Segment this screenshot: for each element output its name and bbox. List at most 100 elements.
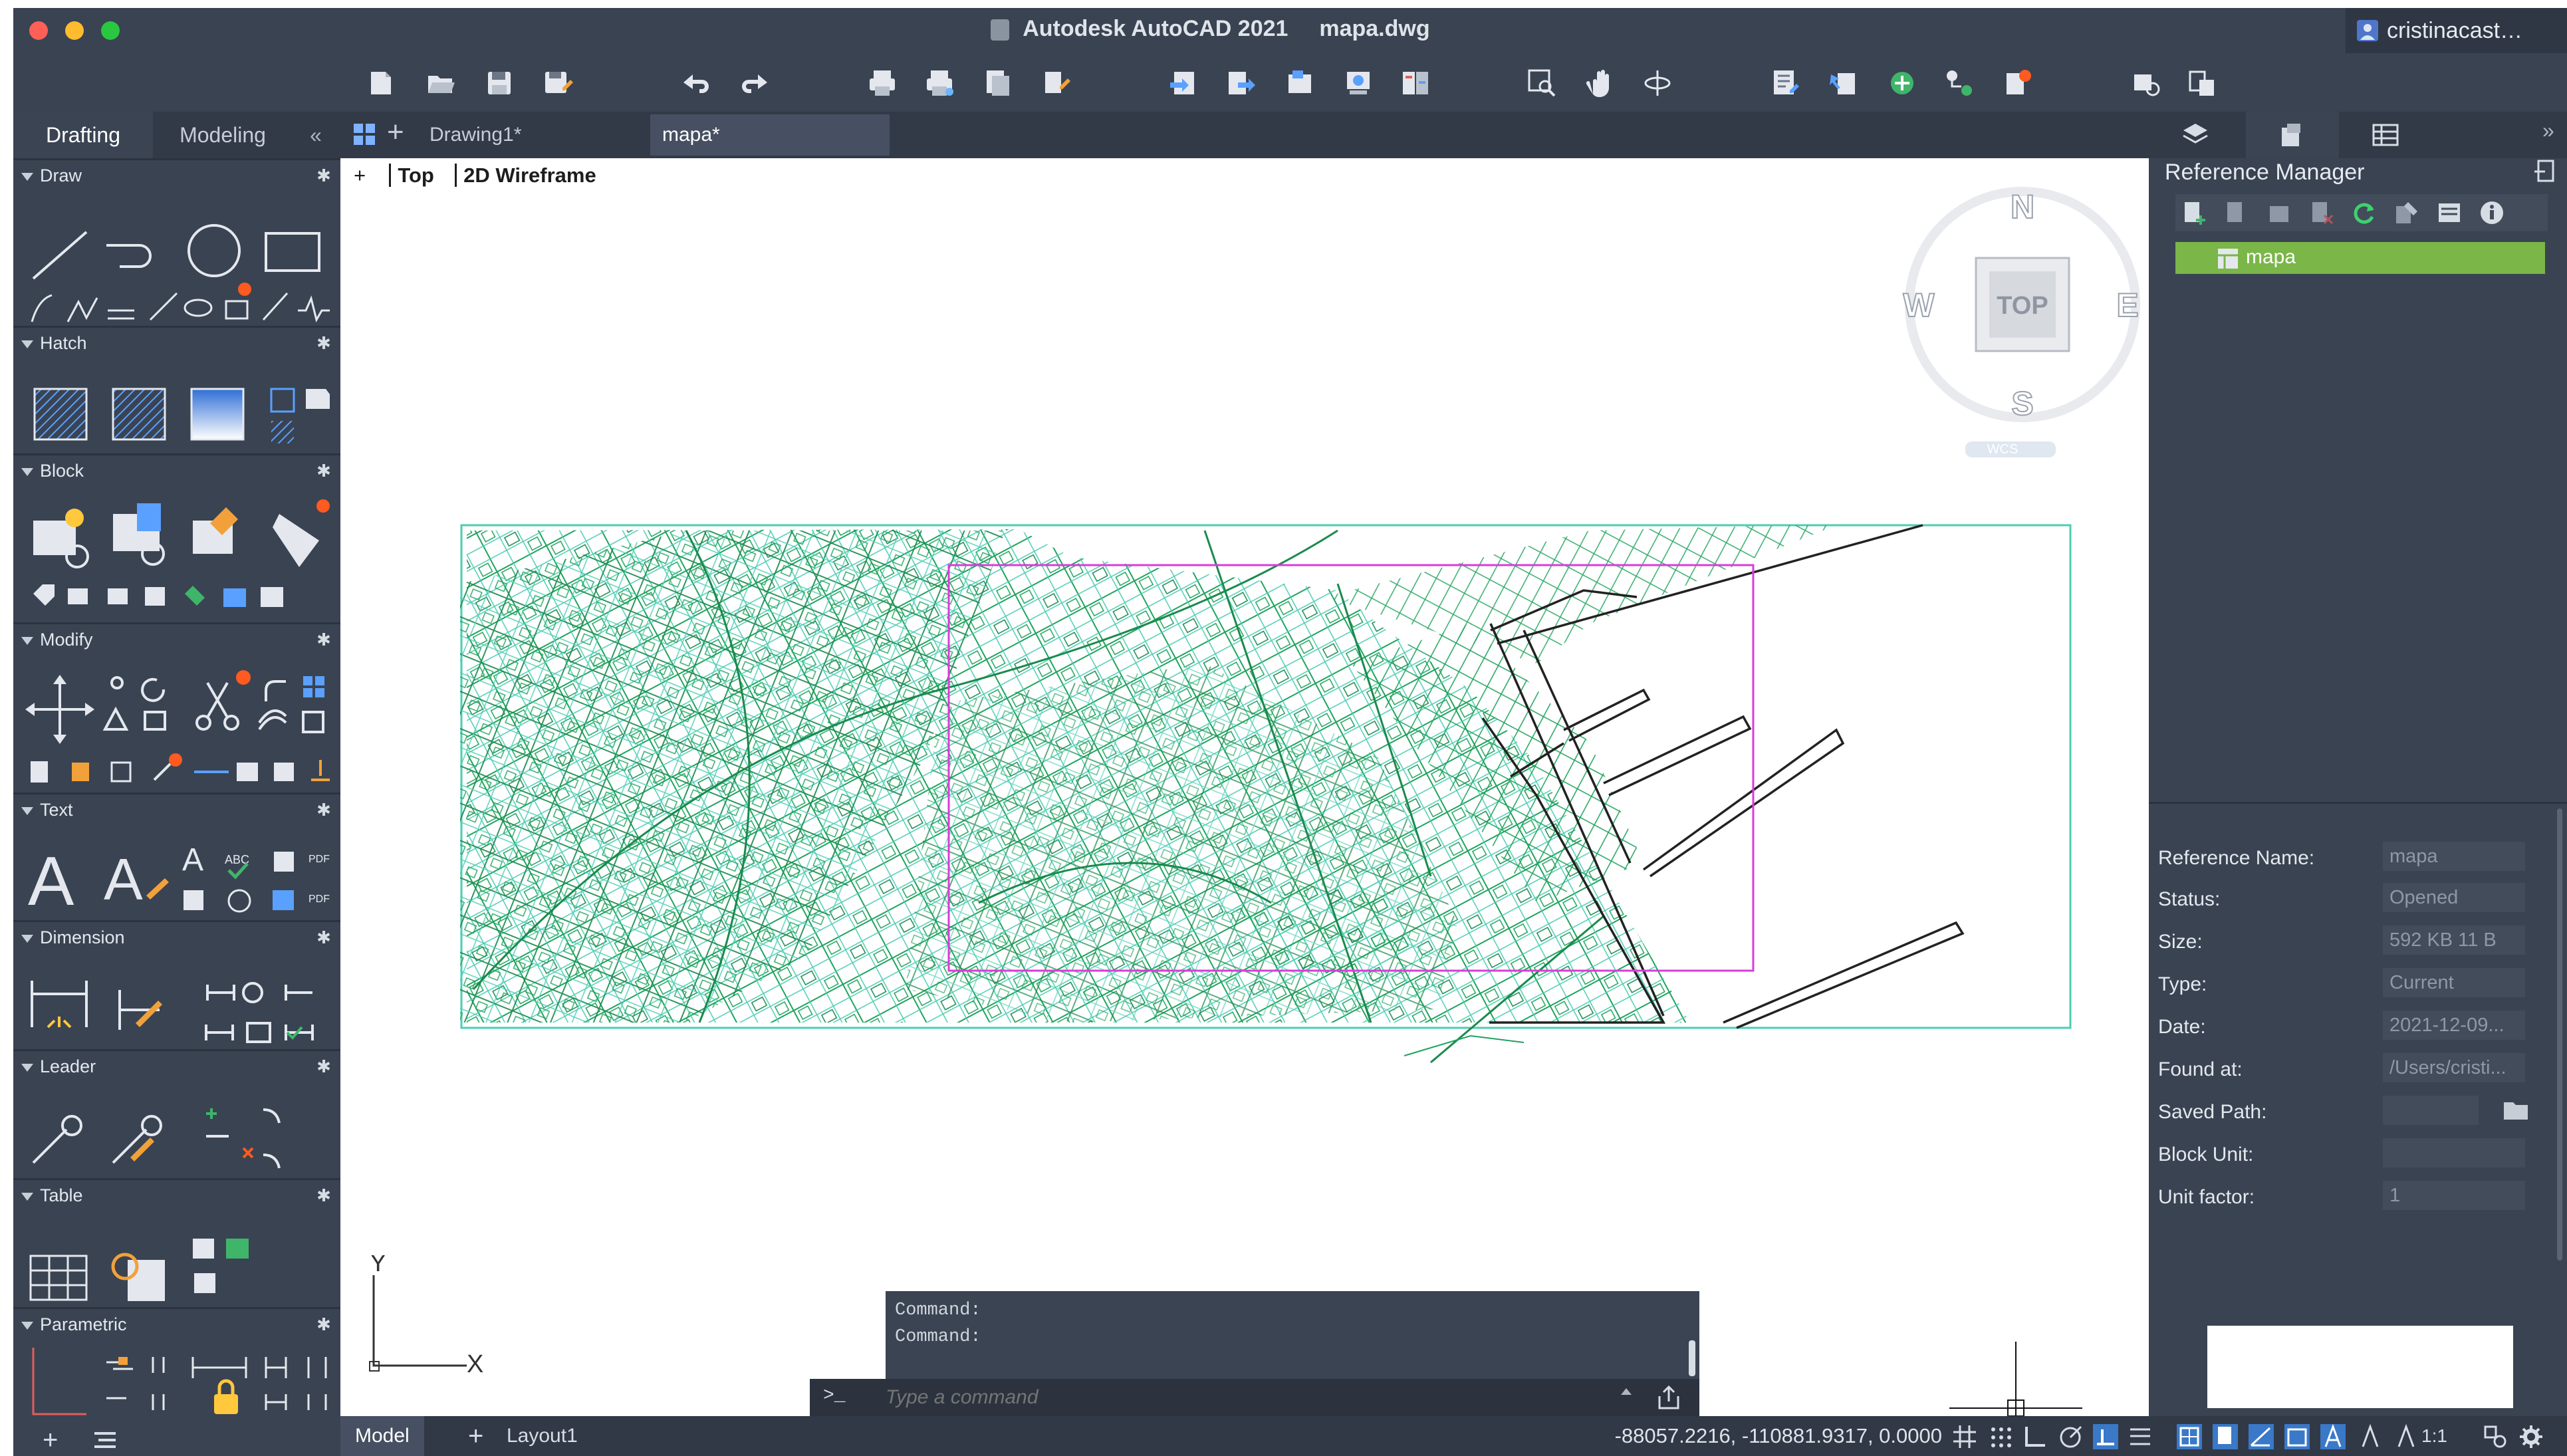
- bind-icon[interactable]: [2393, 199, 2420, 226]
- layers-icon[interactable]: [1400, 68, 1431, 98]
- tab-drafting[interactable]: Drafting: [13, 112, 153, 158]
- close-window-button[interactable]: [29, 21, 48, 40]
- section-title-table[interactable]: Table: [21, 1185, 83, 1206]
- redo-icon[interactable]: [739, 68, 770, 98]
- xref-icon[interactable]: [1887, 68, 1917, 98]
- zoom-window-icon[interactable]: [1527, 68, 1557, 98]
- annotation-visibility-icon[interactable]: [2320, 1424, 2346, 1449]
- layer-states-icon[interactable]: [1944, 68, 1975, 98]
- tab-drawing1[interactable]: Drawing1*: [418, 114, 650, 156]
- markup-icon[interactable]: [2003, 68, 2033, 98]
- sheet-set-icon[interactable]: [2187, 68, 2218, 98]
- user-menu[interactable]: cristinacast…: [2346, 8, 2567, 53]
- minimize-window-button[interactable]: [65, 21, 84, 40]
- transparency-icon[interactable]: [2177, 1424, 2202, 1449]
- info-icon[interactable]: [2479, 199, 2505, 226]
- section-title-hatch[interactable]: Hatch: [21, 333, 87, 354]
- section-title-parametric[interactable]: Parametric: [21, 1314, 127, 1335]
- share-icon[interactable]: [1343, 68, 1374, 98]
- open-icon[interactable]: [426, 68, 456, 98]
- grid-view-icon[interactable]: [352, 122, 376, 146]
- import-icon[interactable]: [1169, 68, 1199, 98]
- section-title-modify[interactable]: Modify: [21, 630, 93, 650]
- layers-palette-icon[interactable]: [2182, 122, 2209, 148]
- list-icon[interactable]: [92, 1429, 118, 1452]
- pan-icon[interactable]: [1584, 68, 1614, 98]
- lineweight-icon[interactable]: [2128, 1424, 2153, 1449]
- maximize-window-button[interactable]: [101, 21, 120, 40]
- dynamic-ucs-icon[interactable]: [2284, 1424, 2310, 1449]
- reference-name-value[interactable]: mapa: [2383, 842, 2525, 871]
- gear-icon[interactable]: ✱: [315, 462, 332, 479]
- folder-icon[interactable]: [2503, 1098, 2529, 1122]
- type-value[interactable]: Current: [2383, 968, 2525, 997]
- tab-model[interactable]: Model: [340, 1416, 424, 1456]
- tab-modeling[interactable]: Modeling: [153, 112, 293, 158]
- annotation-scale-value[interactable]: 1:1: [2421, 1416, 2447, 1456]
- command-line[interactable]: >_: [810, 1379, 1699, 1416]
- detach-icon[interactable]: [2308, 199, 2335, 226]
- workspace-switching-icon[interactable]: [2483, 1424, 2508, 1449]
- orbit-icon[interactable]: [1642, 68, 1673, 98]
- properties-scrollbar[interactable]: [2557, 808, 2562, 1261]
- gear-icon[interactable]: ✱: [315, 1316, 332, 1333]
- plot-preview-icon[interactable]: [983, 68, 1013, 98]
- command-scrollbar[interactable]: [1689, 1340, 1695, 1376]
- grid-icon[interactable]: [1952, 1424, 1977, 1449]
- ortho-icon[interactable]: [2022, 1424, 2048, 1449]
- batch-plot-icon[interactable]: [924, 68, 955, 98]
- reference-tree-item[interactable]: mapa: [2175, 242, 2545, 274]
- add-tool-set-button[interactable]: +: [43, 1425, 58, 1455]
- tab-mapa[interactable]: mapa*: [650, 114, 890, 156]
- collapse-panel-button[interactable]: «: [299, 112, 332, 158]
- new-icon[interactable]: [366, 68, 396, 98]
- attach-icon[interactable]: [1284, 68, 1315, 98]
- reload-xref-icon[interactable]: [2223, 199, 2250, 226]
- new-tab-button[interactable]: +: [387, 116, 404, 149]
- publish-icon[interactable]: [1041, 68, 1072, 98]
- section-title-block[interactable]: Block: [21, 461, 84, 481]
- gear-icon[interactable]: [2518, 1424, 2544, 1449]
- gear-icon[interactable]: ✱: [315, 334, 332, 352]
- gear-icon[interactable]: ✱: [315, 631, 332, 648]
- auto-scale-icon[interactable]: [2358, 1424, 2383, 1449]
- command-input[interactable]: [886, 1382, 1550, 1413]
- gear-icon[interactable]: ✱: [315, 929, 332, 946]
- properties-icon[interactable]: [1770, 68, 1800, 98]
- quick-view-icon[interactable]: [2130, 68, 2161, 98]
- save-as-icon[interactable]: [543, 68, 573, 98]
- unload-icon[interactable]: [2266, 199, 2292, 226]
- command-history-arrow-icon[interactable]: [1621, 1388, 1632, 1395]
- section-title-text[interactable]: Text: [21, 800, 73, 820]
- share-icon[interactable]: [1655, 1384, 1682, 1411]
- section-title-leader[interactable]: Leader: [21, 1056, 96, 1077]
- drawing-canvas[interactable]: + Top 2D Wireframe TOP N S E W WCS Y X C…: [340, 158, 2149, 1416]
- gear-icon[interactable]: ✱: [315, 1187, 332, 1204]
- tab-layout1[interactable]: Layout1: [492, 1416, 592, 1456]
- undo-icon[interactable]: [681, 68, 711, 98]
- attach-icon[interactable]: [2181, 199, 2207, 226]
- match-properties-icon[interactable]: [1828, 68, 1859, 98]
- 3d-osnap-icon[interactable]: [2249, 1424, 2274, 1449]
- section-title-dimension[interactable]: Dimension: [21, 927, 125, 948]
- open-reference-icon[interactable]: [2436, 199, 2463, 226]
- saved-path-value[interactable]: [2383, 1096, 2479, 1125]
- save-icon[interactable]: [484, 68, 515, 98]
- selection-cycling-icon[interactable]: [2213, 1424, 2238, 1449]
- polar-tracking-icon[interactable]: [2058, 1424, 2084, 1449]
- attach-dwg-icon[interactable]: [2533, 158, 2557, 185]
- gear-icon[interactable]: ✱: [315, 801, 332, 818]
- refresh-icon[interactable]: [2351, 199, 2378, 226]
- annotation-scale-icon[interactable]: [2393, 1424, 2419, 1449]
- command-prompt-icon[interactable]: >_: [823, 1386, 846, 1406]
- snap-icon[interactable]: [1988, 1424, 2013, 1449]
- plot-icon[interactable]: [867, 68, 898, 98]
- panel-splitter[interactable]: [2149, 802, 2567, 804]
- coordinates-readout[interactable]: -88057.2216, -110881.9317, 0.0000: [1615, 1416, 1942, 1456]
- section-title-draw[interactable]: Draw: [21, 166, 82, 186]
- gear-icon[interactable]: ✱: [315, 1058, 332, 1075]
- gear-icon[interactable]: ✱: [315, 167, 332, 184]
- object-snap-tracking-icon[interactable]: [2093, 1424, 2118, 1449]
- export-icon[interactable]: [1226, 68, 1257, 98]
- properties-palette-icon[interactable]: [2372, 122, 2399, 148]
